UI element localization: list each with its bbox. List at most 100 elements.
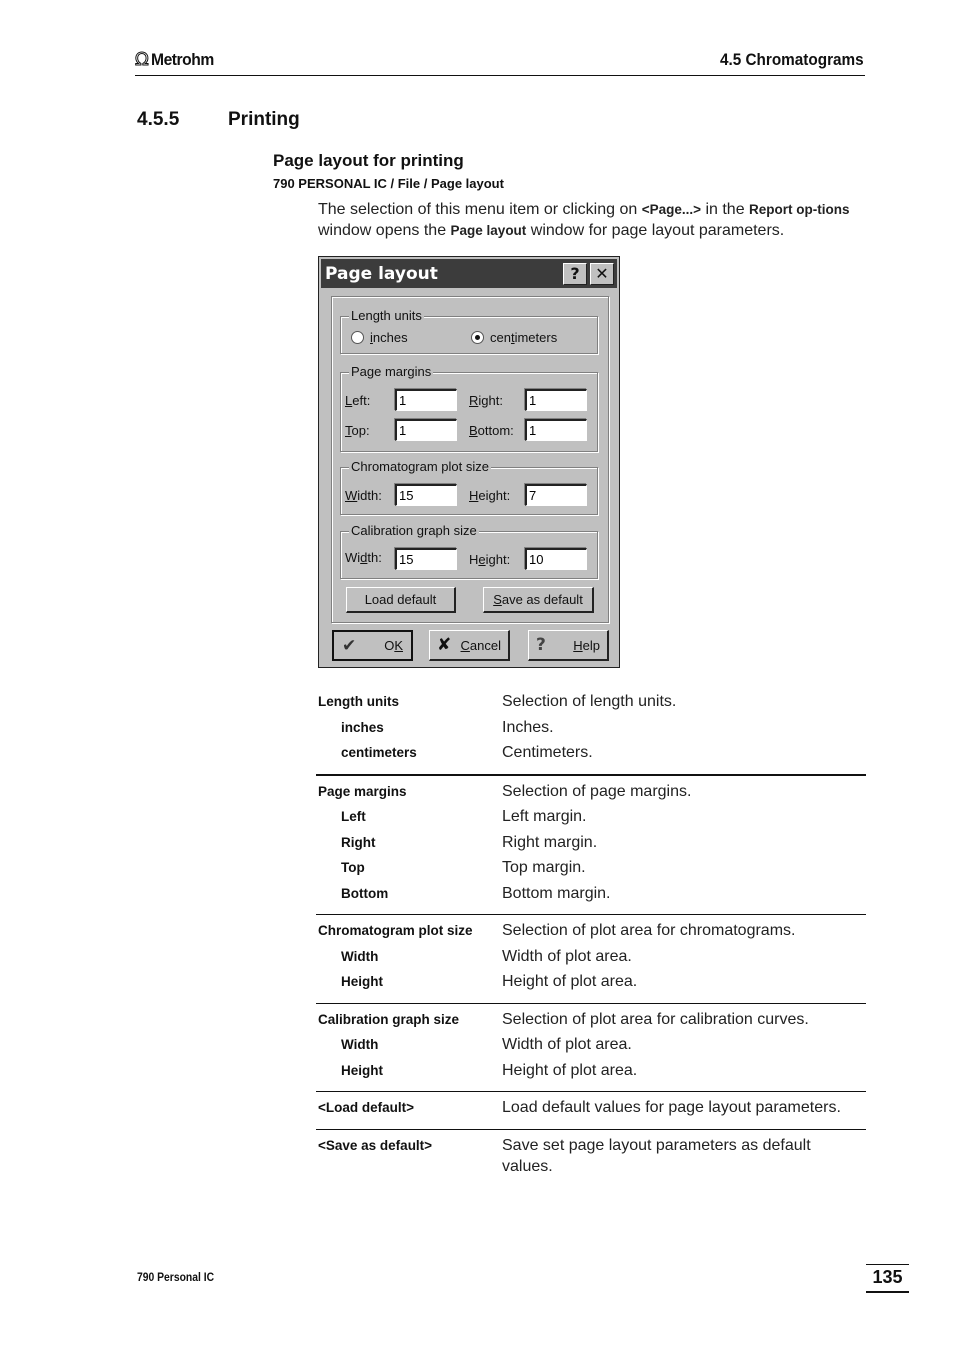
cancel-label: Cancel: [460, 637, 501, 653]
radio-inches-indicator[interactable]: [351, 331, 364, 344]
table-value: Selection of page margins.: [502, 782, 692, 800]
table-key: Height: [341, 974, 383, 989]
intro-text: in the: [701, 201, 750, 218]
table-row: Length units Selection of length units.: [316, 689, 866, 715]
table-value: Selection of plot area for calibration c…: [502, 1010, 809, 1028]
chromatogram-width-input[interactable]: [395, 484, 457, 506]
intro-paragraph: The selection of this menu item or click…: [318, 199, 866, 241]
cross-icon: ✘: [437, 635, 452, 655]
calibration-height-label: Height:: [469, 552, 511, 567]
dialog-title: Page layout: [325, 263, 438, 284]
logo-text: Metrohm: [150, 50, 214, 69]
table-key: <Save as default>: [318, 1137, 433, 1153]
length-units-legend: Length units: [349, 308, 424, 323]
footer-product: 790 Personal IC: [137, 1272, 215, 1284]
table-row: Right Right margin.: [316, 830, 866, 856]
chromatogram-height-label: Height:: [469, 488, 511, 503]
intro-text: window for page layout parameters.: [526, 222, 785, 239]
table-value: Centimeters.: [502, 744, 593, 761]
help-label: Help: [573, 637, 600, 653]
table-value: Inches.: [502, 718, 554, 736]
dialog-titlebar: Page layout ? ✕: [321, 259, 617, 288]
table-value: Width of plot area.: [502, 1036, 632, 1053]
table-group-length-units: Length units Selection of length units. i…: [316, 686, 866, 776]
table-row: Calibration graph size Selection of plot …: [316, 1007, 866, 1033]
chromatogram-height-input[interactable]: [525, 484, 587, 506]
omega-icon: Ω: [135, 49, 150, 70]
left-label: Left:: [345, 393, 371, 408]
table-row: centimeters Centimeters.: [316, 740, 866, 766]
chromatogram-plot-size-legend: Chromatogram plot size: [349, 459, 491, 474]
table-key: Left: [341, 809, 366, 824]
table-value: Width of plot area.: [502, 947, 632, 965]
table-row: Chromatogram plot size Selection of plot …: [316, 918, 866, 944]
table-key: inches: [341, 719, 384, 735]
table-key: Right: [341, 834, 376, 850]
table-row: Top Top margin.: [316, 855, 866, 881]
ok-button[interactable]: ✔ OK: [332, 630, 413, 661]
table-value: Load default values for page layout para…: [502, 1099, 841, 1116]
page-margins-group: Page margins Left: Right: Top: Bottom:: [340, 364, 598, 452]
table-value: Selection of length units.: [502, 693, 677, 710]
left-margin-input[interactable]: [395, 389, 457, 411]
table-row: Left Left margin.: [316, 804, 866, 830]
table-value: Right margin.: [502, 833, 598, 851]
table-group-save-as-default: <Save as default> Save set page layout pa…: [316, 1130, 866, 1185]
table-group-calibration-graph-size: Calibration graph size Selection of plot …: [316, 1004, 866, 1092]
table-row: Height Height of plot area.: [316, 969, 866, 995]
intro-report-options-ref: Report op-tions: [749, 202, 850, 217]
right-margin-input[interactable]: [525, 389, 587, 411]
calibration-graph-size-group: Calibration graph size Width: Height:: [340, 523, 598, 579]
page-number: 135: [866, 1264, 909, 1293]
chromatogram-plot-size-group: Chromatogram plot size Width: Height:: [340, 459, 598, 515]
ok-label: OK: [384, 638, 403, 653]
length-units-group: Length units inches centimeters: [340, 308, 598, 354]
save-as-default-label: Save as default: [493, 592, 583, 607]
intro-page-layout-ref: Page layout: [450, 223, 527, 238]
radio-centimeters-indicator[interactable]: [471, 331, 484, 344]
table-key: Top: [341, 860, 365, 875]
top-margin-input[interactable]: [395, 419, 457, 441]
table-key: Page margins: [318, 783, 407, 799]
calibration-height-input[interactable]: [525, 548, 587, 570]
help-icon[interactable]: ?: [563, 262, 587, 285]
question-icon: ?: [536, 635, 546, 655]
bottom-margin-input[interactable]: [525, 419, 587, 441]
radio-centimeters[interactable]: centimeters: [471, 330, 557, 345]
radio-inches-label: inches: [370, 330, 408, 345]
menu-path: 790 PERSONAL IC / File / Page layout: [273, 176, 504, 191]
section-title: Printing: [228, 109, 300, 130]
table-row: Width Width of plot area.: [316, 944, 866, 970]
table-row: Page margins Selection of page margins.: [316, 779, 866, 805]
table-key: Height: [341, 1062, 383, 1078]
table-key: Calibration graph size: [318, 1011, 460, 1027]
intro-text: The selection of this menu item or click…: [318, 201, 642, 218]
table-group-chromatogram-plot-size: Chromatogram plot size Selection of plot …: [316, 915, 866, 1004]
table-row: Width Width of plot area.: [316, 1032, 866, 1058]
close-icon[interactable]: ✕: [590, 262, 614, 285]
radio-inches[interactable]: inches: [351, 330, 408, 345]
table-value: Selection of plot area for chromatograms…: [502, 922, 796, 939]
intro-text: window opens the: [318, 222, 451, 239]
checkmark-icon: ✔: [342, 635, 357, 656]
calibration-width-input[interactable]: [395, 548, 457, 570]
intro-page-button-ref: <Page...>: [641, 202, 701, 217]
right-label: Right:: [469, 393, 503, 408]
table-key: Width: [341, 948, 379, 964]
table-value: Height of plot area.: [502, 973, 638, 990]
table-key: <Load default>: [318, 1100, 415, 1115]
table-value: Bottom margin.: [502, 884, 611, 902]
radio-centimeters-label: centimeters: [490, 330, 558, 345]
table-group-page-margins: Page margins Selection of page margins. L…: [316, 776, 866, 915]
top-label: Top:: [345, 423, 370, 438]
dialog-panel: Length units inches centimeters Page mar…: [331, 296, 609, 623]
page-margins-legend: Page margins: [349, 364, 434, 379]
metrohm-logo: Ω Metrohm: [135, 50, 219, 70]
load-default-button[interactable]: Load default: [346, 587, 456, 613]
save-as-default-button[interactable]: Save as default: [483, 587, 594, 613]
table-value: Height of plot area.: [502, 1061, 638, 1079]
help-button[interactable]: ? Help: [528, 630, 609, 661]
table-key: centimeters: [341, 745, 417, 760]
cancel-button[interactable]: ✘ Cancel: [429, 630, 510, 661]
chromatogram-width-label: Width:: [345, 488, 382, 503]
